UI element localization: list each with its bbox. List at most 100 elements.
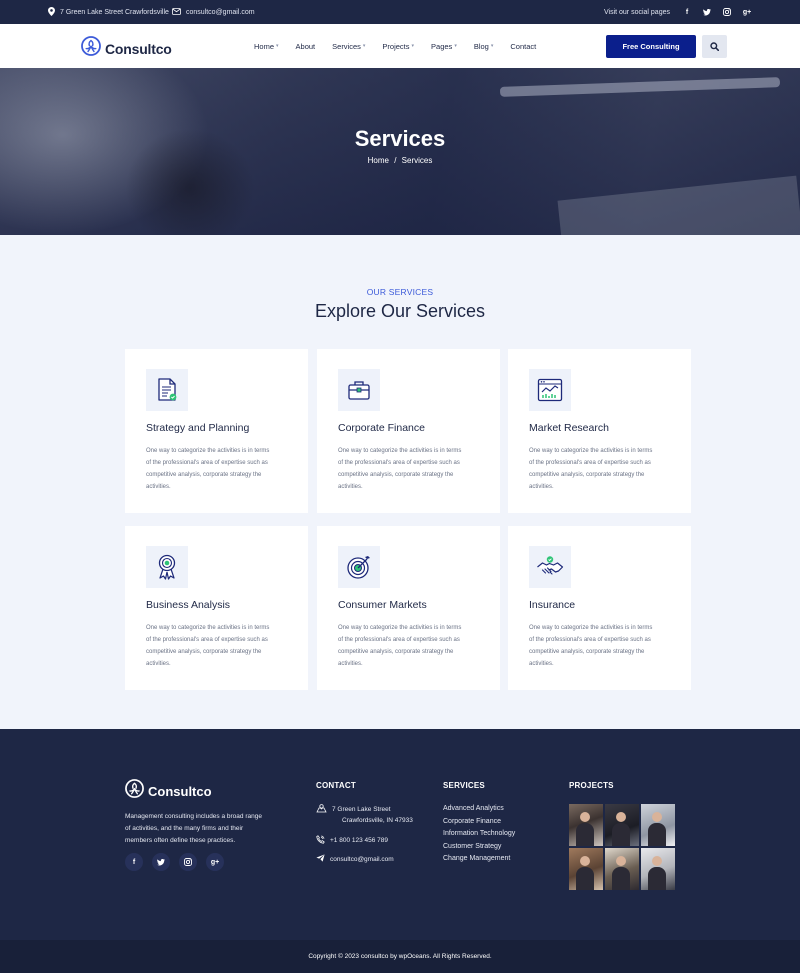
- main-navigation: Consultco Home ▾ About Services ▾ Projects…: [0, 24, 800, 68]
- nav-item-label: About: [295, 41, 316, 51]
- send-icon: [316, 854, 325, 866]
- nav-item-label: Home: [254, 41, 275, 51]
- logo-mark-icon: [81, 36, 101, 61]
- google-plus-icon[interactable]: g+: [742, 7, 752, 17]
- logo-mark-icon: [125, 779, 144, 803]
- project-photo[interactable]: [569, 804, 603, 846]
- service-description: One way to categorize the activities is …: [529, 625, 653, 667]
- nav-item-label: Projects: [382, 41, 410, 51]
- project-photo[interactable]: [641, 848, 675, 890]
- footer-address: 7 Green Lake Street Crawfordsville, IN 4…: [316, 804, 413, 826]
- footer-link-customer-strategy[interactable]: Customer Strategy: [443, 843, 515, 850]
- social-label: Visit our social pages: [603, 8, 670, 16]
- instagram-icon[interactable]: [179, 853, 197, 871]
- footer-logo[interactable]: Consultco: [125, 779, 212, 803]
- service-card-strategy[interactable]: Strategy and Planning One way to categor…: [125, 349, 308, 513]
- service-title: Business Analysis: [146, 599, 231, 611]
- footer-phone[interactable]: +1 800 123 456 789: [316, 835, 388, 848]
- site-logo[interactable]: Consultco: [81, 36, 172, 61]
- topbar-email[interactable]: consultco@gmail.com: [172, 0, 255, 24]
- project-photo[interactable]: [605, 804, 639, 846]
- search-icon: [710, 38, 720, 56]
- free-consulting-button[interactable]: Free Consulting: [606, 35, 696, 58]
- service-description: One way to categorize the activities is …: [338, 625, 462, 667]
- chevron-down-icon: ▾: [454, 43, 457, 49]
- service-card-business-analysis[interactable]: Business Analysis One way to categorize …: [125, 526, 308, 690]
- nav-item-projects[interactable]: Projects ▾: [382, 42, 414, 51]
- analytics-chart-icon: [529, 369, 571, 411]
- facebook-icon[interactable]: f: [125, 853, 143, 871]
- footer-phone-text: +1 800 123 456 789: [330, 837, 389, 844]
- nav-item-pages[interactable]: Pages ▾: [431, 42, 457, 51]
- project-photo[interactable]: [641, 804, 675, 846]
- handshake-icon: [529, 546, 571, 588]
- briefcase-icon: [338, 369, 380, 411]
- footer-link-advanced-analytics[interactable]: Advanced Analytics: [443, 805, 515, 812]
- facebook-icon[interactable]: f: [682, 7, 692, 17]
- service-title: Consumer Markets: [338, 599, 427, 611]
- footer-email[interactable]: consultco@gmail.com: [316, 854, 394, 866]
- twitter-icon[interactable]: [702, 7, 712, 17]
- service-title: Strategy and Planning: [146, 422, 250, 434]
- service-title: Corporate Finance: [338, 422, 425, 434]
- service-description: One way to categorize the activities is …: [146, 448, 270, 490]
- nav-item-label: Contact: [510, 41, 537, 51]
- site-footer: Consultco Management consulting includes…: [0, 729, 800, 940]
- google-plus-icon[interactable]: g+: [206, 853, 224, 871]
- footer-contact-heading: CONTACT: [316, 781, 356, 790]
- footer-email-text: consultco@gmail.com: [330, 856, 394, 863]
- footer-logo-text: Consultco: [148, 783, 212, 799]
- nav-menu: Home ▾ About Services ▾ Projects ▾ Pages ▾ B…: [254, 24, 536, 68]
- nav-item-services[interactable]: Services ▾: [332, 42, 365, 51]
- logo-text: Consultco: [105, 40, 172, 57]
- service-card-insurance[interactable]: Insurance One way to categorize the acti…: [508, 526, 691, 690]
- page-hero: Services Home / Services: [0, 68, 800, 235]
- chevron-down-icon: ▾: [362, 43, 366, 49]
- service-title: Market Research: [529, 422, 609, 434]
- footer-link-corporate-finance[interactable]: Corporate Finance: [443, 818, 515, 825]
- footer-link-change-management[interactable]: Change Management: [443, 855, 515, 862]
- nav-item-label: Pages: [431, 41, 453, 51]
- map-pin-icon: [48, 6, 55, 18]
- section-title: Explore Our Services: [314, 301, 486, 321]
- footer-link-information-technology[interactable]: Information Technology: [443, 830, 515, 837]
- twitter-icon[interactable]: [152, 853, 170, 871]
- copyright-bar: Copyright © 2023 consultco by wpOceans. …: [0, 940, 800, 973]
- footer-about-text: Management consulting includes a broad r…: [125, 813, 262, 844]
- service-title: Insurance: [529, 599, 576, 611]
- instagram-icon[interactable]: [722, 7, 732, 17]
- page-title: Services: [354, 126, 446, 151]
- service-card-consumer-markets[interactable]: Consumer Markets One way to categorize t…: [317, 526, 500, 690]
- services-section: OUR SERVICES Explore Our Services Strate…: [0, 235, 800, 729]
- nav-item-label: Blog: [473, 41, 489, 51]
- nav-item-blog[interactable]: Blog ▾: [474, 42, 494, 51]
- service-card-market-research[interactable]: Market Research One way to categorize th…: [508, 349, 691, 513]
- project-photo[interactable]: [569, 848, 603, 890]
- service-description: One way to categorize the activities is …: [529, 448, 653, 490]
- breadcrumb-home[interactable]: Home: [368, 156, 389, 165]
- phone-icon: [316, 835, 325, 848]
- chevron-down-icon: ▾: [276, 43, 279, 49]
- breadcrumb-current: Services: [401, 156, 433, 165]
- footer-services-links: Advanced Analytics Corporate Finance Inf…: [443, 805, 515, 862]
- nav-item-contact[interactable]: Contact: [510, 42, 536, 51]
- project-gallery: [569, 804, 675, 890]
- map-icon: [316, 804, 327, 826]
- nav-item-home[interactable]: Home ▾: [254, 42, 279, 51]
- search-button[interactable]: [702, 35, 727, 58]
- footer-services-heading: SERVICES: [443, 781, 485, 790]
- nav-item-about[interactable]: About: [296, 42, 316, 51]
- target-icon: [338, 546, 380, 588]
- section-eyebrow: OUR SERVICES: [366, 287, 434, 297]
- chevron-down-icon: ▾: [411, 43, 415, 49]
- service-description: One way to categorize the activities is …: [146, 625, 270, 667]
- topbar-address-text: 7 Green Lake Street Crawfordsville: [60, 8, 169, 16]
- topbar-address: 7 Green Lake Street Crawfordsville: [48, 0, 169, 24]
- top-bar: 7 Green Lake Street Crawfordsville consu…: [0, 0, 800, 24]
- topbar-social: Visit our social pages f g+: [604, 0, 752, 24]
- footer-social: f g+: [125, 853, 224, 871]
- hero-tablet-edge: [499, 77, 781, 97]
- project-photo[interactable]: [605, 848, 639, 890]
- service-card-corporate-finance[interactable]: Corporate Finance One way to categorize …: [317, 349, 500, 513]
- topbar-email-text: consultco@gmail.com: [186, 8, 255, 16]
